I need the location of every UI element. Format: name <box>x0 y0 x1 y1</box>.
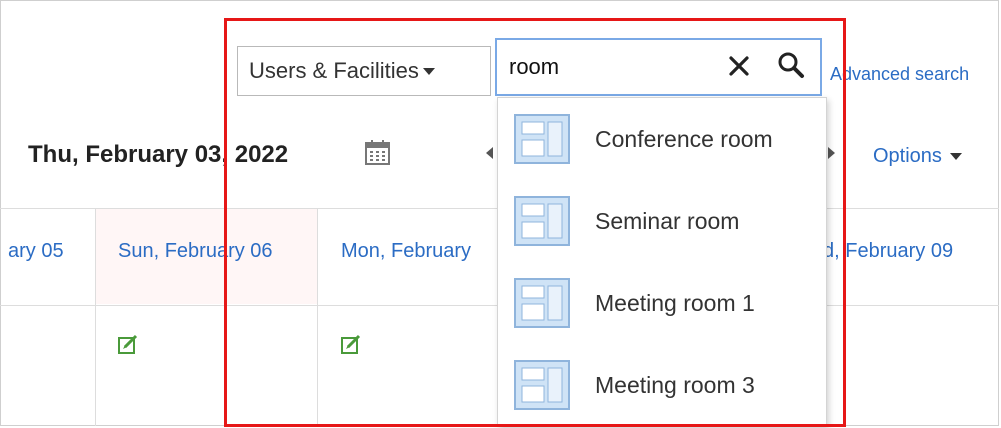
suggestion-label: Meeting room 3 <box>595 371 755 398</box>
column-divider <box>95 209 96 426</box>
column-divider <box>317 209 318 426</box>
suggestion-label: Seminar room <box>595 207 740 234</box>
facility-icon <box>514 360 570 410</box>
clear-icon[interactable] <box>727 54 751 78</box>
facility-suggestion-dropdown: Conference room Seminar room Meeting roo… <box>497 97 827 427</box>
day-header-sat[interactable]: ary 05 <box>8 240 64 263</box>
suggestion-label: Conference room <box>595 125 773 152</box>
add-schedule-icon[interactable] <box>340 334 362 356</box>
advanced-search-link[interactable]: Advanced search <box>830 64 969 85</box>
calendar-icon[interactable] <box>365 139 390 165</box>
search-scope-select[interactable]: Users & Facilities <box>237 46 491 96</box>
facility-icon <box>514 196 570 246</box>
options-menu[interactable]: Options <box>873 145 962 168</box>
next-day-arrow[interactable] <box>828 147 835 159</box>
suggestion-item[interactable]: Meeting room 1 <box>498 262 826 344</box>
chevron-down-icon <box>422 67 435 75</box>
page-title: Thu, February 03, 2022 <box>28 141 289 168</box>
search-scope-label: Users & Facilities <box>249 58 419 83</box>
day-header-mon[interactable]: Mon, February <box>341 240 471 263</box>
suggestion-item[interactable]: Seminar room <box>498 180 826 262</box>
search-query: room <box>509 54 560 79</box>
search-icon[interactable] <box>777 51 805 79</box>
day-header-sun[interactable]: Sun, February 06 <box>118 240 273 263</box>
facility-icon <box>514 114 570 164</box>
chevron-down-icon <box>949 153 962 160</box>
add-schedule-icon[interactable] <box>117 334 139 356</box>
search-input[interactable]: room <box>495 38 822 96</box>
previous-day-arrow[interactable] <box>486 147 493 159</box>
day-header-wed[interactable]: d, February 09 <box>823 240 953 263</box>
suggestion-label: Meeting room 1 <box>595 289 755 316</box>
suggestion-item[interactable]: Meeting room 3 <box>498 344 826 426</box>
suggestion-item[interactable]: Conference room <box>498 98 826 180</box>
options-label: Options <box>873 145 942 167</box>
facility-icon <box>514 278 570 328</box>
